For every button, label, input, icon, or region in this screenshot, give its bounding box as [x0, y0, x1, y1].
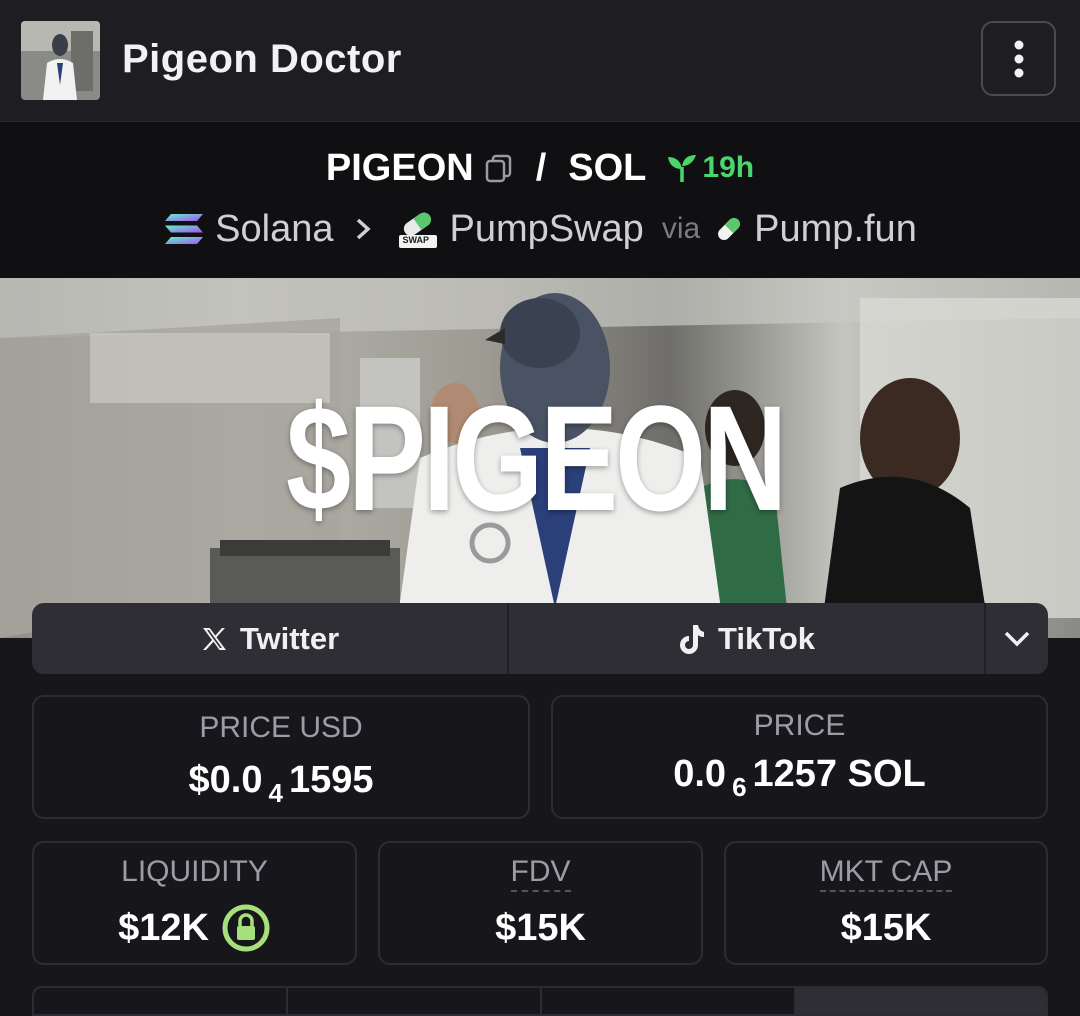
- fdv-card: FDV $15K: [378, 841, 703, 965]
- market-cap-card: MKT CAP $15K: [724, 841, 1048, 965]
- tiktok-label: TikTok: [717, 620, 816, 656]
- price-usd-digits: 1595: [288, 759, 374, 801]
- x-logo-icon: [202, 627, 226, 650]
- price-native-digits: 1257 SOL: [752, 753, 926, 795]
- via-text: via: [661, 212, 701, 245]
- twitter-button[interactable]: Twitter: [32, 603, 507, 674]
- pair-age-badge: 19h: [666, 151, 754, 185]
- fdv-label: FDV: [510, 855, 571, 892]
- price-usd-zero-count: 4: [268, 778, 283, 808]
- timeframe-tabs: [32, 986, 1048, 1016]
- fdv-label-wrap[interactable]: FDV: [380, 855, 701, 892]
- base-token-symbol: PIGEON: [325, 146, 474, 189]
- swap-badge: SWAP: [402, 235, 429, 245]
- timeframe-tab[interactable]: [288, 988, 542, 1014]
- top-bar: Pigeon Doctor: [0, 0, 1080, 122]
- pair-route: Solana SWAP PumpSwap via Pump.fun: [0, 205, 1080, 253]
- more-vertical-icon: [1014, 40, 1023, 77]
- sprout-icon: [668, 155, 697, 182]
- launchpad-link[interactable]: Pump.fun: [754, 208, 917, 251]
- fdv-value: $15K: [495, 907, 586, 949]
- more-menu-button[interactable]: [981, 21, 1056, 96]
- price-native-prefix: 0.0: [673, 753, 727, 795]
- pair-separator: /: [535, 146, 547, 189]
- quote-token-symbol: SOL: [568, 146, 647, 189]
- pumpswap-icon: SWAP: [397, 209, 439, 249]
- chain-link[interactable]: Solana: [215, 208, 333, 251]
- tiktok-button[interactable]: TikTok: [509, 603, 984, 674]
- liquidity-label: LIQUIDITY: [121, 855, 268, 888]
- price-usd-card: PRICE USD $0.0 4 1595: [32, 695, 530, 819]
- more-socials-button[interactable]: [986, 603, 1048, 674]
- market-cap-label: MKT CAP: [819, 855, 953, 892]
- market-cap-value: $15K: [840, 907, 932, 949]
- price-usd-value: $0.0 4 1595: [34, 759, 528, 808]
- liquidity-value-row: $12K: [34, 903, 355, 953]
- timeframe-tab-active[interactable]: [796, 988, 1046, 1014]
- copy-icon[interactable]: [484, 153, 514, 183]
- lock-icon[interactable]: [221, 903, 271, 953]
- price-usd-prefix: $0.0: [188, 759, 263, 801]
- price-usd-label: PRICE USD: [199, 711, 363, 744]
- timeframe-tab[interactable]: [34, 988, 288, 1014]
- banner-title: $PIGEON: [285, 374, 787, 542]
- liquidity-value: $12K: [118, 906, 209, 949]
- price-native-card: PRICE 0.0 6 1257 SOL: [551, 695, 1048, 819]
- market-cap-label-wrap[interactable]: MKT CAP: [726, 855, 1046, 892]
- pumpfun-icon: [714, 214, 744, 244]
- liquidity-card: LIQUIDITY $12K: [32, 841, 357, 965]
- page-title: Pigeon Doctor: [122, 37, 402, 81]
- token-avatar: [21, 21, 100, 100]
- twitter-label: Twitter: [239, 620, 340, 656]
- social-links-bar: Twitter TikTok: [32, 603, 1048, 674]
- pair-age-text: 19h: [702, 151, 755, 184]
- price-native-zero-count: 6: [732, 772, 747, 802]
- chevron-down-icon: [1004, 631, 1030, 646]
- solana-icon: [163, 212, 205, 246]
- chevron-right-icon: [355, 208, 372, 251]
- price-native-value: 0.0 6 1257 SOL: [553, 753, 1046, 802]
- pair-heading: PIGEON / SOL 19h: [0, 143, 1080, 193]
- timeframe-tab[interactable]: [542, 988, 796, 1014]
- dex-link[interactable]: PumpSwap: [449, 208, 643, 251]
- tiktok-logo-icon: [679, 624, 704, 654]
- price-native-label: PRICE: [753, 709, 846, 742]
